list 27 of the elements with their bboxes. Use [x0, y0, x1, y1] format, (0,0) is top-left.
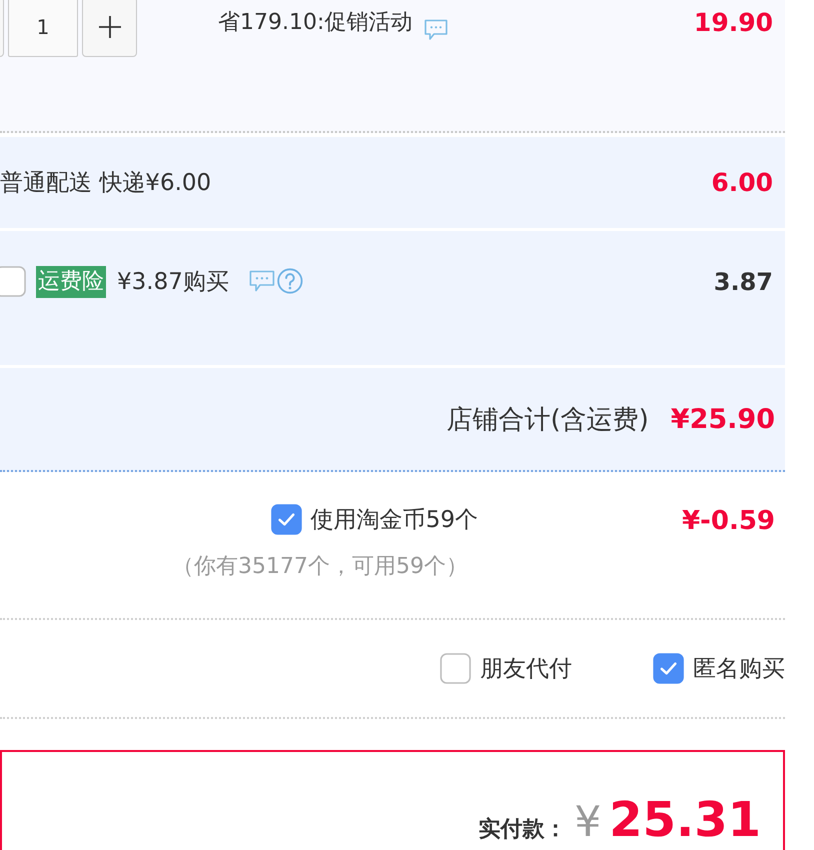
quantity-input[interactable]: 1 — [8, 0, 78, 57]
store-total-amount: ¥25.90 — [670, 404, 775, 434]
payment-amount: 25.31 — [609, 792, 761, 848]
item-price: 19.90 — [694, 8, 774, 37]
option-checkbox[interactable] — [653, 653, 684, 684]
option-checkbox[interactable] — [440, 653, 471, 684]
comment-icon[interactable] — [424, 19, 448, 41]
insurance-price: 3.87 — [714, 268, 774, 296]
coins-checkbox[interactable] — [270, 504, 302, 535]
help-icon[interactable] — [276, 268, 303, 294]
coins-balance-note: （你有35177个，可用59个） — [172, 553, 468, 581]
comment-icon[interactable] — [248, 270, 275, 292]
store-total-label: 店铺合计(含运费) — [446, 404, 649, 436]
insurance-price-text: ¥3.87购买 — [117, 268, 229, 297]
coins-discount: ¥-0.59 — [682, 506, 775, 536]
option-label: 匿名购买 — [693, 655, 785, 684]
currency-sign: ¥ — [574, 797, 602, 846]
plus-icon — [98, 16, 120, 38]
option-label: 朋友代付 — [480, 655, 572, 684]
shipping-method-text: 普通配送 快递¥6.00 — [0, 169, 212, 198]
coins-label: 使用淘金币59个 — [310, 506, 478, 535]
payment-label: 实付款： — [478, 816, 566, 844]
shipping-price: 6.00 — [711, 168, 774, 197]
insurance-checkbox[interactable] — [0, 266, 26, 297]
insurance-tag: 运费险 — [36, 266, 106, 298]
increment-button[interactable] — [82, 0, 137, 57]
promotion-text: 省179.10:促销活动 — [218, 9, 412, 37]
